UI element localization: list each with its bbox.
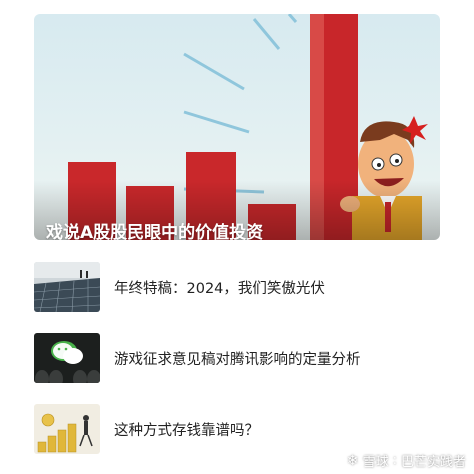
hero-article-card[interactable]: 戏说A股股民眼中的价值投资 [34, 14, 440, 240]
watermark-separator: : [392, 453, 397, 468]
watermark-brand: 雪球 [362, 455, 389, 470]
article-title[interactable]: 这种方式存钱靠谱吗？ [114, 419, 259, 440]
wechat-logo-thumbnail [34, 333, 100, 383]
snowball-icon: ❄ [346, 452, 359, 469]
list-item[interactable]: 年终特稿：2024，我们笑傲光伏 [34, 262, 440, 314]
coins-thumbnail [34, 404, 100, 454]
hero-title[interactable]: 戏说A股股民眼中的价值投资 [46, 218, 263, 240]
solar-panels-thumbnail [34, 262, 100, 312]
article-title[interactable]: 游戏征求意见稿对腾讯影响的定量分析 [114, 348, 361, 369]
article-title[interactable]: 年终特稿：2024，我们笑傲光伏 [114, 277, 325, 298]
list-item[interactable]: 游戏征求意见稿对腾讯影响的定量分析 [34, 333, 440, 385]
list-item[interactable]: 这种方式存钱靠谱吗？ [34, 404, 440, 456]
watermark: ❄ 雪球 : 巴芒实践者 [346, 451, 466, 471]
watermark-author: 巴芒实践者 [400, 455, 466, 470]
